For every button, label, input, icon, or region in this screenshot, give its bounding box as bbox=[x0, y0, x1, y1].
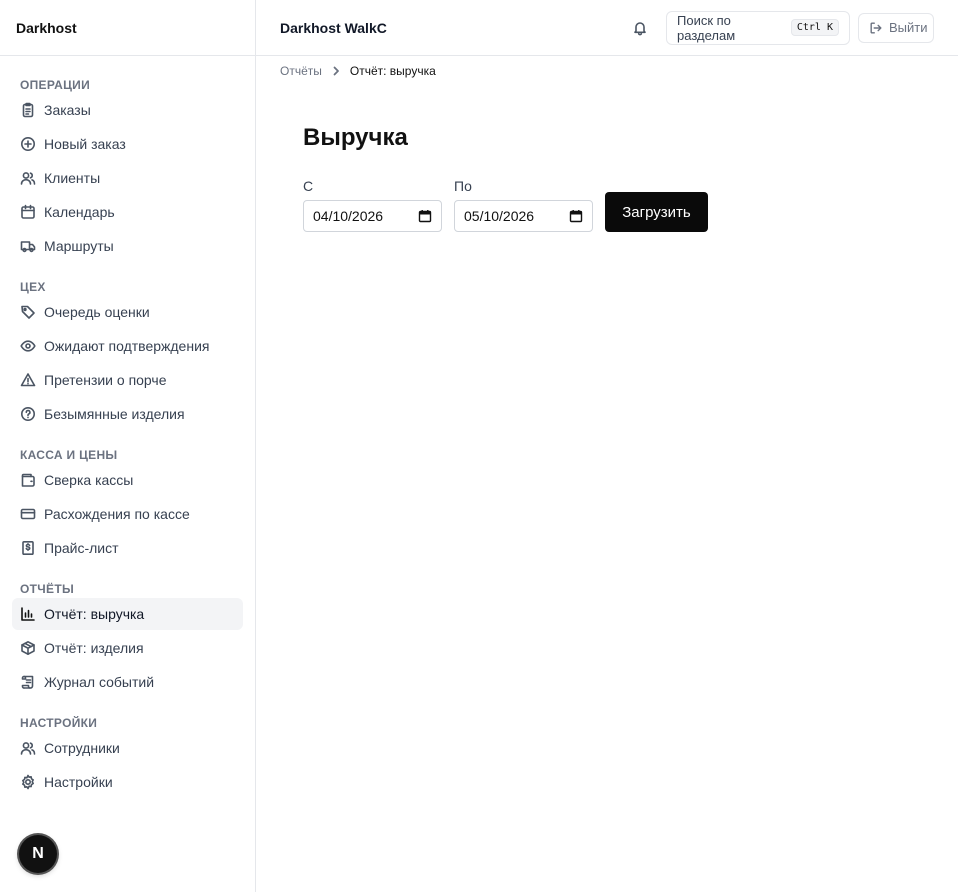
nav-group-label: НАСТРОЙКИ bbox=[20, 716, 98, 730]
sidebar-nav: ОПЕРАЦИИ Заказы Новый заказ Клиенты Кале… bbox=[0, 56, 255, 798]
sidebar-item-orders[interactable]: Заказы bbox=[12, 94, 243, 126]
logout-label: Выйти bbox=[889, 20, 928, 35]
chevron-right-icon bbox=[330, 65, 342, 77]
logout-button[interactable]: Выйти bbox=[858, 12, 934, 43]
credit-card-icon bbox=[20, 506, 36, 522]
sidebar: Darkhost ОПЕРАЦИИ Заказы Новый заказ Кли… bbox=[0, 0, 256, 892]
sidebar-item-label: Безымянные изделия bbox=[44, 406, 185, 422]
sidebar-item-settings[interactable]: Настройки bbox=[12, 766, 243, 798]
nav-group-label: ЦЕХ bbox=[20, 280, 46, 294]
calendar-icon[interactable] bbox=[569, 209, 583, 223]
sidebar-item-event-log[interactable]: Журнал событий bbox=[12, 666, 243, 698]
sidebar-item-label: Прайс-лист bbox=[44, 540, 119, 556]
sidebar-item-routes[interactable]: Маршруты bbox=[12, 230, 243, 262]
search-shortcut: Ctrl K bbox=[790, 19, 839, 36]
from-date-input[interactable]: 04/10/2026 bbox=[303, 200, 442, 232]
sidebar-item-label: Сверка кассы bbox=[44, 472, 134, 488]
eye-icon bbox=[20, 338, 36, 354]
app-title: Darkhost WalkC bbox=[280, 19, 387, 36]
from-date-field: С 04/10/2026 bbox=[303, 178, 442, 232]
sidebar-item-revenue-report[interactable]: Отчёт: выручка bbox=[12, 598, 243, 630]
sidebar-item-label: Расхождения по кассе bbox=[44, 506, 190, 522]
sidebar-item-awaiting-confirmation[interactable]: Ожидают подтверждения bbox=[12, 330, 243, 362]
sidebar-item-label: Отчёт: изделия bbox=[44, 640, 144, 656]
logout-icon bbox=[869, 21, 889, 35]
users-icon bbox=[20, 170, 36, 186]
page-title: Выручка bbox=[303, 124, 408, 151]
sidebar-item-cash-reconciliation[interactable]: Сверка кассы bbox=[12, 464, 243, 496]
help-circle-icon bbox=[20, 406, 36, 422]
to-date-label: По bbox=[454, 178, 472, 194]
sidebar-item-unnamed-items[interactable]: Безымянные изделия bbox=[12, 398, 243, 430]
plus-circle-icon bbox=[20, 136, 36, 152]
calendar-icon[interactable] bbox=[418, 209, 432, 223]
nav-group-workshop: ЦЕХ Очередь оценки Ожидают подтверждения… bbox=[12, 270, 243, 430]
search-label: Поиск по разделам bbox=[677, 12, 736, 43]
sidebar-item-new-order[interactable]: Новый заказ bbox=[12, 128, 243, 160]
sidebar-item-label: Календарь bbox=[44, 204, 115, 220]
search-button[interactable]: Поиск по разделам Ctrl K bbox=[666, 10, 850, 45]
sidebar-item-label: Очередь оценки bbox=[44, 304, 150, 320]
sidebar-item-label: Заказы bbox=[44, 102, 91, 118]
breadcrumb-parent[interactable]: Отчёты bbox=[280, 64, 322, 78]
from-date-label: С bbox=[303, 178, 314, 194]
sidebar-item-label: Ожидают подтверждения bbox=[44, 338, 210, 354]
sidebar-item-clients[interactable]: Клиенты bbox=[12, 162, 243, 194]
from-date-value: 04/10/2026 bbox=[313, 208, 384, 224]
sidebar-item-label: Сотрудники bbox=[44, 740, 120, 756]
clipboard-icon bbox=[20, 102, 36, 118]
calendar-icon bbox=[20, 204, 36, 220]
sidebar-item-items-report[interactable]: Отчёт: изделия bbox=[12, 632, 243, 664]
sidebar-item-label: Отчёт: выручка bbox=[44, 606, 145, 622]
nav-group-label: КАССА И ЦЕНЫ bbox=[20, 448, 118, 462]
sidebar-item-damage-claims[interactable]: Претензии о порче bbox=[12, 364, 243, 396]
gear-icon bbox=[20, 774, 36, 790]
sidebar-item-label: Журнал событий bbox=[44, 674, 155, 690]
sidebar-item-evaluation-queue[interactable]: Очередь оценки bbox=[12, 296, 243, 328]
sidebar-item-label: Клиенты bbox=[44, 170, 101, 186]
sidebar-item-cash-discrepancies[interactable]: Расхождения по кассе bbox=[12, 498, 243, 530]
bell-icon[interactable] bbox=[624, 12, 656, 44]
nav-group-label: ОПЕРАЦИИ bbox=[20, 78, 90, 92]
sidebar-item-staff[interactable]: Сотрудники bbox=[12, 732, 243, 764]
package-icon bbox=[20, 640, 36, 656]
alert-triangle-icon bbox=[20, 372, 36, 388]
topbar: Darkhost WalkC Поиск по разделам Ctrl K … bbox=[256, 0, 958, 56]
nav-group-settings: НАСТРОЙКИ Сотрудники Настройки bbox=[12, 706, 243, 798]
sidebar-item-label: Маршруты bbox=[44, 238, 114, 254]
load-button[interactable]: Загрузить bbox=[605, 192, 708, 232]
nav-group-cash: КАССА И ЦЕНЫ Сверка кассы Расхождения по… bbox=[12, 438, 243, 564]
truck-icon bbox=[20, 238, 36, 254]
sidebar-brand: Darkhost bbox=[0, 0, 255, 56]
scroll-icon bbox=[20, 674, 36, 690]
sidebar-item-label: Новый заказ bbox=[44, 136, 126, 152]
nav-group-label: ОТЧЁТЫ bbox=[20, 582, 75, 596]
bar-chart-icon bbox=[20, 606, 36, 622]
sidebar-item-label: Претензии о порче bbox=[44, 372, 167, 388]
nav-group-reports: ОТЧЁТЫ Отчёт: выручка Отчёт: изделия Жур… bbox=[12, 572, 243, 698]
tag-icon bbox=[20, 304, 36, 320]
receipt-dollar-icon bbox=[20, 540, 36, 556]
breadcrumb-current: Отчёт: выручка bbox=[349, 64, 436, 78]
breadcrumb: Отчёты Отчёт: выручка bbox=[280, 64, 436, 78]
nav-group-operations: ОПЕРАЦИИ Заказы Новый заказ Клиенты Кале… bbox=[12, 68, 243, 262]
dev-tools-button[interactable]: N bbox=[19, 835, 57, 873]
wallet-icon bbox=[20, 472, 36, 488]
to-date-input[interactable]: 05/10/2026 bbox=[454, 200, 593, 232]
sidebar-item-price-list[interactable]: Прайс-лист bbox=[12, 532, 243, 564]
sidebar-item-label: Настройки bbox=[44, 774, 113, 790]
to-date-field: По 05/10/2026 bbox=[454, 178, 593, 232]
to-date-value: 05/10/2026 bbox=[464, 208, 535, 224]
users-icon bbox=[20, 740, 36, 756]
sidebar-item-calendar[interactable]: Календарь bbox=[12, 196, 243, 228]
